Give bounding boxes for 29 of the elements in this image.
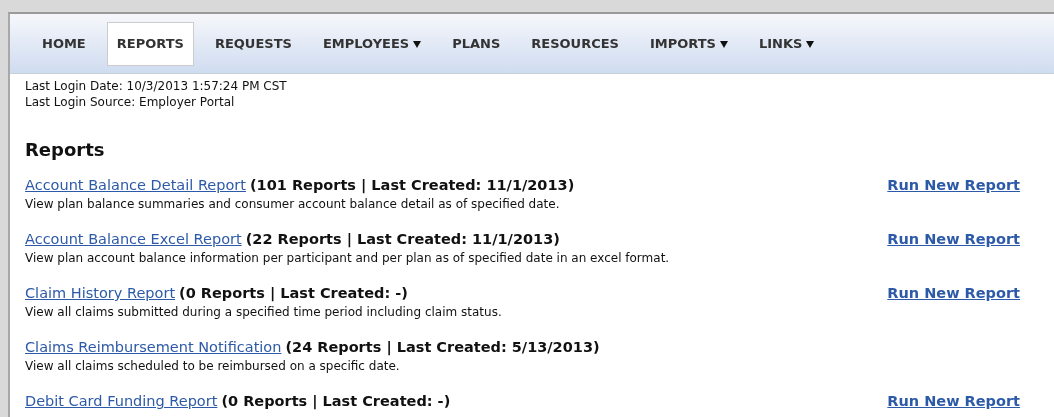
run-report-link[interactable]: Run New Report	[887, 283, 1020, 305]
nav-tab[interactable]: HOME	[32, 22, 96, 66]
section-heading: Reports	[25, 138, 106, 162]
report-link[interactable]: Claim History Report	[25, 283, 176, 305]
report-description: View plan account balance information per participant and per plan as of specified date in an excel format.	[25, 250, 670, 265]
login-info: Last Login Date: 10/3/2013 1:57:24 PM CST	[25, 78, 288, 94]
report-link[interactable]: Debit Card Funding Report	[25, 391, 218, 413]
report-summary: (101 Reports | Last Created: 11/1/2013)	[250, 176, 575, 196]
nav-tab[interactable]: EMPLOYEES	[312, 22, 432, 66]
report-description: View all claims scheduled to be reimbursed on a specific date.	[25, 358, 401, 373]
nav-tab[interactable]: REPORTS	[106, 22, 194, 66]
run-report-link[interactable]: Run New Report	[887, 175, 1020, 197]
report-summary: (0 Reports | Last Created: -)	[221, 392, 451, 412]
nav-tab[interactable]: LINKS	[748, 22, 825, 66]
report-link[interactable]: Account Balance Excel Report	[25, 229, 242, 251]
run-report-link[interactable]: Run New Report	[887, 391, 1020, 413]
report-link[interactable]: Claims Reimbursement Notification	[25, 337, 282, 359]
login-info: Last Login Source: Employer Portal	[25, 94, 236, 110]
nav-tab[interactable]: RESOURCES	[521, 22, 629, 66]
nav-tab[interactable]: REQUESTS	[204, 22, 302, 66]
report-link[interactable]: Account Balance Detail Report	[25, 175, 246, 197]
report-summary: (0 Reports | Last Created: -)	[179, 284, 408, 304]
report-description: View all claims submitted during a specified time period including claim status.	[25, 304, 502, 319]
report-description: View plan balance summaries and consumer account balance detail as of specified date.	[25, 196, 561, 211]
run-report-link[interactable]: Run New Report	[887, 229, 1020, 251]
nav-tab[interactable]: PLANS	[442, 22, 511, 66]
report-summary: (24 Reports | Last Created: 5/13/2013)	[285, 338, 600, 358]
nav-tab[interactable]: IMPORTS	[639, 22, 738, 66]
report-summary: (22 Reports | Last Created: 11/1/2013)	[245, 230, 560, 250]
